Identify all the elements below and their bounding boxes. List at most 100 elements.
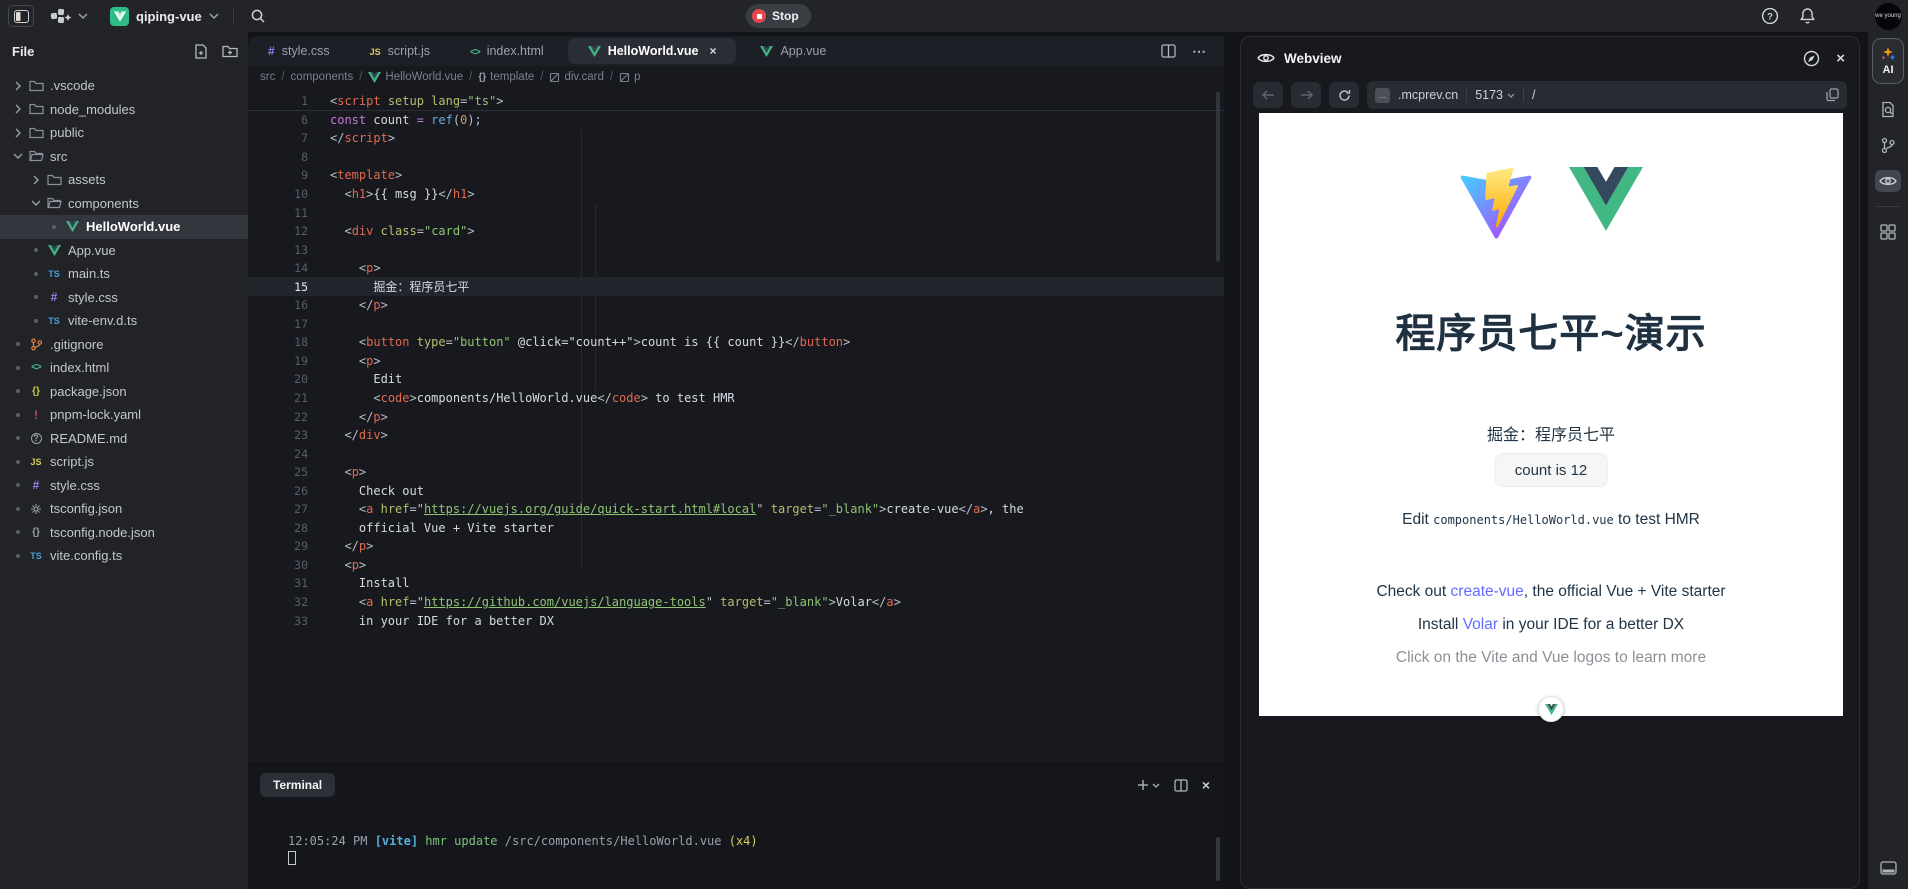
terminal-output[interactable]: 12:05:24 PM [vite] hmr update /src/compo… [288,833,758,869]
webview-toggle-button[interactable] [1875,170,1901,192]
code-line-31[interactable]: 31 Install [248,574,1224,593]
tab-HelloWorld.vue[interactable]: HelloWorld.vue × [567,38,737,64]
tab-index.html[interactable]: <> index.html [450,36,564,66]
doc-search-button[interactable] [1875,98,1901,120]
code-line-14[interactable]: 14 <p> [248,259,1224,278]
breadcrumb-item-HelloWorld.vue[interactable]: HelloWorld.vue [368,71,463,83]
tree-item-components[interactable]: components [0,192,248,216]
copy-url-button[interactable] [1826,88,1839,102]
toggle-panel-button[interactable] [1875,857,1901,879]
code-line-11[interactable]: 11 [248,203,1224,222]
terminal-tab[interactable]: Terminal [260,773,336,797]
source-control-button[interactable] [1875,134,1901,156]
tree-item-main.ts[interactable]: TS main.ts [0,262,248,286]
tree-item-src[interactable]: src [0,145,248,169]
code-line-12[interactable]: 12 <div class="card"> [248,222,1224,241]
split-editor-button[interactable] [1161,44,1176,58]
tree-item-public[interactable]: public [0,121,248,145]
tab-script.js[interactable]: JS script.js [350,36,450,66]
vite-logo[interactable] [1459,167,1533,241]
code-line-13[interactable]: 13 [248,240,1224,259]
tree-item-.vscode[interactable]: .vscode [0,74,248,98]
tree-item-vite.config.ts[interactable]: TS vite.config.ts [0,544,248,568]
create-vue-link[interactable]: create-vue [1451,583,1524,600]
code-line-1[interactable]: 1 <script setup lang="ts"> [248,92,1224,111]
code-line-24[interactable]: 24 [248,444,1224,463]
extensions-button[interactable] [1875,221,1901,243]
split-terminal-button[interactable] [1174,778,1188,792]
tree-item-tsconfig.json[interactable]: tsconfig.json [0,497,248,521]
code-line-26[interactable]: 26 Check out [248,481,1224,500]
breadcrumb-item-p[interactable]: p [619,71,641,83]
app-logo[interactable] [48,6,88,26]
code-line-6[interactable]: 6 const count = ref(0); [248,111,1224,130]
new-terminal-button[interactable] [1137,779,1160,791]
tab-style.css[interactable]: # style.css [248,36,350,66]
tree-item-script.js[interactable]: JS script.js [0,450,248,474]
code-editor[interactable]: 1 <script setup lang="ts"> 6 const count = … [248,88,1224,762]
sidebar-toggle-button[interactable] [8,5,34,27]
code-line-9[interactable]: 9 <template> [248,166,1224,185]
url-port-select[interactable]: 5173 [1475,88,1515,102]
stop-button[interactable]: Stop [746,4,811,28]
code-line-18[interactable]: 18 <button type="button" @click="count++… [248,333,1224,352]
code-line-25[interactable]: 25 <p> [248,463,1224,482]
tree-item-style.css[interactable]: # style.css [0,286,248,310]
project-selector[interactable]: qiping-vue [110,6,219,26]
url-bar[interactable]: … .mcprev.cn 5173 / [1367,81,1847,109]
tree-item-.gitignore[interactable]: .gitignore [0,333,248,357]
editor-scrollbar[interactable] [1216,92,1220,262]
refresh-button[interactable] [1329,82,1359,108]
vue-logo[interactable] [1569,167,1643,241]
vue-devtools-fab[interactable] [1538,696,1564,722]
code-line-29[interactable]: 29 </p> [248,537,1224,556]
tree-item-pnpm-lock.yaml[interactable]: ! pnpm-lock.yaml [0,403,248,427]
code-line-10[interactable]: 10 <h1>{{ msg }}</h1> [248,185,1224,204]
search-button[interactable] [250,8,266,24]
ai-assistant-button[interactable]: AI [1872,38,1904,84]
code-line-7[interactable]: 7 </script> [248,129,1224,148]
help-button[interactable]: ? [1761,7,1779,25]
code-line-20[interactable]: 20 Edit [248,370,1224,389]
close-tab-icon[interactable]: × [709,44,716,58]
tree-item-package.json[interactable]: {} package.json [0,380,248,404]
breadcrumb-item-components[interactable]: components [291,71,354,83]
code-line-28[interactable]: 28 official Vue + Vite starter [248,519,1224,538]
tree-item-style.css[interactable]: # style.css [0,474,248,498]
tree-item-assets[interactable]: assets [0,168,248,192]
breadcrumb-item-template[interactable]: {} template [478,71,534,83]
code-line-19[interactable]: 19 <p> [248,352,1224,371]
avatar[interactable]: we young [1874,3,1902,30]
tree-item-README.md[interactable]: ? README.md [0,427,248,451]
count-button[interactable]: count is 12 [1494,453,1608,487]
tab-App.vue[interactable]: App.vue [740,36,846,66]
code-line-16[interactable]: 16 </p> [248,296,1224,315]
code-line-32[interactable]: 32 <a href="https://github.com/vuejs/lan… [248,593,1224,612]
notifications-button[interactable] [1799,7,1816,25]
forward-button[interactable] [1291,82,1321,108]
tree-item-tsconfig.node.json[interactable]: {} tsconfig.node.json [0,521,248,545]
new-file-button[interactable] [194,43,208,59]
tree-item-vite-env.d.ts[interactable]: TS vite-env.d.ts [0,309,248,333]
code-line-23[interactable]: 23 </div> [248,426,1224,445]
more-actions-button[interactable]: ⋯ [1192,43,1208,60]
back-button[interactable] [1253,82,1283,108]
tree-item-HelloWorld.vue[interactable]: HelloWorld.vue [0,215,248,239]
new-folder-button[interactable] [222,44,238,59]
tree-item-App.vue[interactable]: App.vue [0,239,248,263]
close-webview-button[interactable]: × [1836,50,1845,67]
code-line-17[interactable]: 17 [248,315,1224,334]
code-line-30[interactable]: 30 <p> [248,556,1224,575]
code-line-22[interactable]: 22 </p> [248,407,1224,426]
tree-item-node_modules[interactable]: node_modules [0,98,248,122]
open-in-browser-button[interactable] [1803,50,1820,67]
code-line-21[interactable]: 21 <code>components/HelloWorld.vue</code… [248,389,1224,408]
tree-item-index.html[interactable]: <> index.html [0,356,248,380]
terminal-scrollbar[interactable] [1216,837,1220,881]
code-line-15[interactable]: 15 掘金：程序员七平 [248,277,1224,297]
code-line-27[interactable]: 27 <a href="https://vuejs.org/guide/quic… [248,500,1224,519]
close-terminal-button[interactable]: × [1202,777,1210,793]
code-line-8[interactable]: 8 [248,148,1224,167]
breadcrumb-item-div.card[interactable]: div.card [549,71,604,83]
breadcrumb-item-src[interactable]: src [260,71,275,83]
